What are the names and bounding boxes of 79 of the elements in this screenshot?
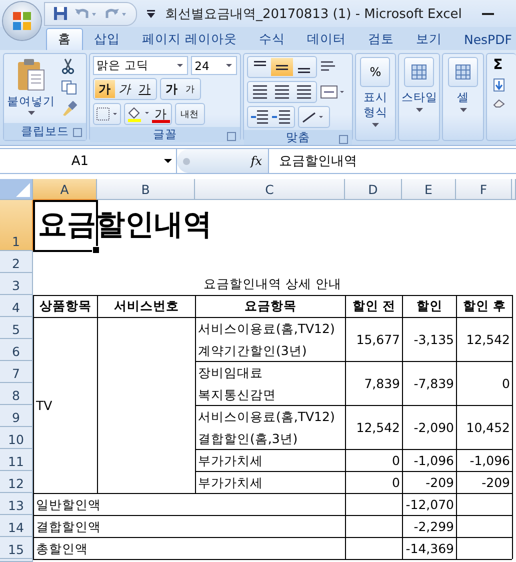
table-icon [455,64,472,80]
row-header[interactable]: 4 [0,295,33,317]
column-header[interactable]: D [345,179,402,200]
dialog-launcher-icon[interactable] [72,128,82,137]
row-header[interactable]: 13 [0,493,33,515]
align-icon [276,64,288,70]
paste-button[interactable]: 붙여넣기 [7,56,55,121]
office-logo [12,11,32,31]
triangle-icon [16,183,30,197]
row-header[interactable]: 11 [0,449,33,471]
save-icon[interactable] [53,6,68,21]
row-header[interactable]: 1 [0,200,33,251]
group-label: 글꼴 [152,127,177,142]
column-header[interactable]: C [195,179,345,200]
cut-icon[interactable] [61,58,75,74]
customize-icon[interactable] [147,10,155,18]
clipboard-icon [16,58,46,92]
row-header[interactable]: 8 [0,383,33,405]
font-name-field[interactable]: 맑은 고딕 [92,56,188,75]
table-caption: 요금할인내역 상세 안내 [204,276,342,293]
ribbon-tab[interactable]: 홈 [46,28,83,50]
row-header[interactable]: 3 [0,273,33,295]
font-size-button[interactable]: 가 [162,80,182,98]
row-header[interactable]: 9 [0,405,33,427]
row-header[interactable]: 7 [0,361,33,383]
align-icon [298,68,310,73]
ribbon-tab[interactable]: 검토 [356,28,405,50]
ribbon-tab[interactable]: 페이지 레이아웃 [131,28,248,50]
ribbon-tab[interactable]: 데이터 [296,28,357,50]
font-style-button[interactable]: 가 [114,80,135,98]
font-style-button[interactable]: 가 [94,80,115,98]
column-header[interactable]: F [456,179,512,200]
dialog-launcher-icon[interactable] [338,135,348,144]
phonetic-button[interactable]: 내천 [176,105,203,123]
row-header[interactable]: 5 [0,317,33,339]
row-header[interactable]: 12 [0,471,33,493]
column-heading: 상품항목 [33,295,98,318]
font-size-button[interactable]: 가 [182,80,199,98]
minimize-icon[interactable] [482,12,494,16]
row-header[interactable]: 10 [0,427,33,449]
group-label: 맞춤 [286,130,310,145]
fill-handle[interactable] [92,246,100,254]
border-icon[interactable] [94,106,119,122]
font-style-button[interactable]: 가 [134,80,155,98]
ribbon-tab[interactable]: 보기 [404,28,453,50]
ribbon-tab[interactable]: 삽입 [83,28,131,50]
caret-icon [416,108,423,112]
column-heading: 할인 후 [456,295,513,318]
caret-icon [460,108,467,112]
caret-icon [28,111,34,115]
font-size-field[interactable]: 24 [190,56,237,75]
window-title: 회선별요금내역_20170813 (1) - Microsoft Excel [165,6,462,22]
fill-down-icon[interactable] [493,78,506,92]
vertical-align-button[interactable] [271,58,294,76]
name-box[interactable]: A1 [0,149,177,173]
merge-cells-icon[interactable] [320,85,346,99]
align-icon [254,61,266,66]
row-header[interactable]: 6 [0,339,33,361]
column-header[interactable]: A [33,179,97,200]
insert-function-button[interactable]: fx [250,154,262,168]
dialog-launcher-icon[interactable] [227,132,236,141]
column-header[interactable]: B [97,179,195,200]
autosum-button[interactable]: Σ [493,58,503,72]
fill-color-icon[interactable] [126,105,152,123]
table-icon [411,64,428,80]
eraser-icon[interactable] [493,98,506,108]
column-header[interactable]: E [402,179,456,200]
ribbon-tab[interactable]: NesPDF [452,28,516,50]
row-header[interactable]: 2 [0,251,33,273]
formula-field[interactable]: 요금할인내역 [269,149,516,173]
copy-icon[interactable] [61,80,77,95]
table-cell: 총할인액 [33,537,346,560]
ribbon-tab[interactable]: 수식 [248,28,296,50]
office-button[interactable] [3,2,41,40]
row-header[interactable]: 14 [0,515,33,537]
format-painter-icon[interactable] [61,101,77,117]
row-header[interactable]: 15 [0,537,33,559]
caret-icon [372,122,379,127]
group-label: 클립보드 [20,124,69,139]
